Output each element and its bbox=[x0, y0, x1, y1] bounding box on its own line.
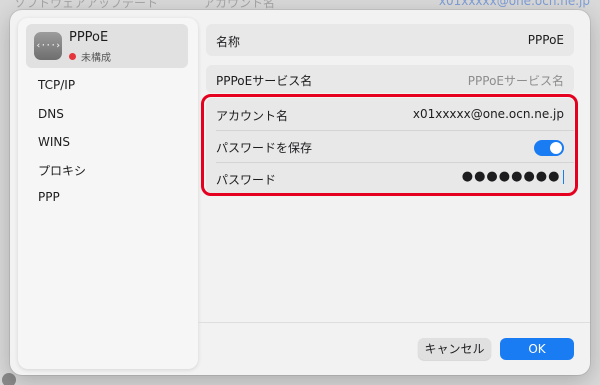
sidebar-item-proxy[interactable]: プロキシ bbox=[38, 162, 86, 179]
service-name-row: PPPoEサービス名 PPPoEサービス名 bbox=[206, 65, 574, 93]
sidebar-item-wins[interactable]: WINS bbox=[38, 135, 70, 149]
name-label: 名称 bbox=[216, 35, 241, 49]
service-name-field[interactable]: PPPoEサービス名 bbox=[468, 72, 564, 89]
name-row: 名称 PPPoE bbox=[206, 24, 574, 56]
service-status: 未構成 bbox=[69, 49, 111, 64]
service-name-label: PPPoEサービス名 bbox=[216, 74, 313, 88]
pppoe-settings-dialog: ‹···› PPPoE 未構成 TCP/IP DNS WINS プロキシ PPP… bbox=[10, 10, 590, 375]
background-app-icon bbox=[2, 373, 16, 385]
background-account-value: x01xxxxx@one.ocn.ne.jp bbox=[438, 0, 590, 8]
cancel-button[interactable]: キャンセル bbox=[418, 338, 491, 360]
service-status-text: 未構成 bbox=[81, 53, 111, 64]
service-title: PPPoE bbox=[69, 30, 109, 45]
status-dot-icon bbox=[69, 53, 76, 60]
highlight-frame bbox=[201, 94, 578, 196]
ok-button[interactable]: OK bbox=[500, 338, 574, 360]
network-service-icon: ‹···› bbox=[34, 32, 62, 60]
footer-divider bbox=[198, 322, 590, 323]
sidebar-item-pppoe[interactable]: ‹···› PPPoE 未構成 bbox=[26, 24, 188, 68]
sidebar-item-tcpip[interactable]: TCP/IP bbox=[38, 78, 75, 92]
name-field[interactable]: PPPoE bbox=[528, 33, 564, 47]
sidebar-item-ppp[interactable]: PPP bbox=[38, 190, 60, 204]
sidebar: ‹···› PPPoE 未構成 TCP/IP DNS WINS プロキシ PPP bbox=[18, 18, 198, 369]
sidebar-item-dns[interactable]: DNS bbox=[38, 107, 64, 121]
